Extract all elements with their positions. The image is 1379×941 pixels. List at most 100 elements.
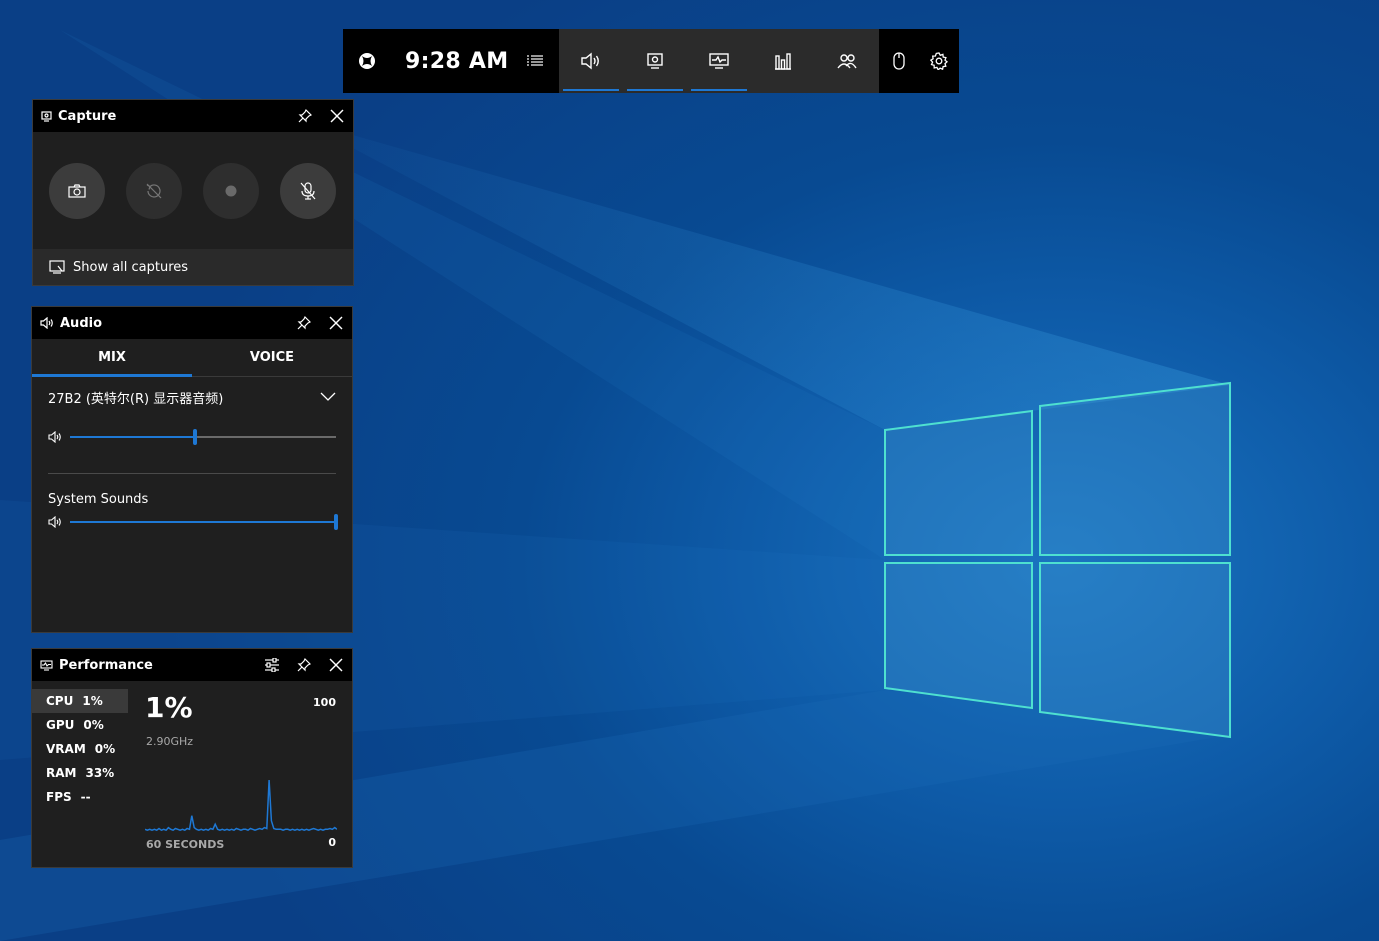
xbox-icon[interactable] (343, 29, 391, 93)
game-bar-settings (879, 29, 959, 93)
options-button[interactable] (256, 649, 288, 681)
close-icon (330, 109, 344, 123)
social-widget-button[interactable] (815, 29, 879, 93)
record-last-30s-button[interactable] (126, 162, 182, 219)
speaker-icon (48, 431, 61, 443)
audio-icon (581, 52, 599, 70)
social-icon (837, 54, 857, 69)
start-recording-button[interactable] (203, 162, 259, 219)
current-usage: 1% (145, 691, 193, 724)
metric-value: 0% (83, 718, 104, 732)
capture-header: Capture (33, 100, 353, 132)
performance-title: Performance (59, 657, 153, 673)
mouse-button[interactable] (879, 29, 919, 93)
audio-title: Audio (60, 315, 103, 331)
performance-icon (40, 659, 53, 671)
app-name-system-sounds: System Sounds (48, 492, 149, 507)
performance-body: CPU 1% GPU 0% VRAM 0% RAM 33% FPS -- 1% … (32, 681, 352, 866)
windows-logo (884, 381, 1231, 739)
system-sounds-volume-slider[interactable] (70, 514, 338, 530)
metric-gpu[interactable]: GPU 0% (32, 713, 128, 737)
capture-icon (647, 53, 663, 69)
settings-button[interactable] (919, 29, 959, 93)
performance-icon (709, 53, 729, 69)
pin-icon (297, 658, 311, 672)
pin-button[interactable] (289, 100, 321, 132)
resources-widget-button[interactable] (751, 29, 815, 93)
metric-value: -- (80, 790, 91, 804)
audio-tabs: MIX VOICE (32, 339, 352, 377)
metric-name: CPU (46, 694, 74, 708)
device-volume-slider[interactable] (70, 429, 336, 445)
capture-buttons (33, 132, 353, 249)
performance-header: Performance (32, 649, 352, 681)
system-sounds-volume-thumb[interactable] (334, 514, 338, 530)
metric-name: VRAM (46, 742, 86, 756)
close-button[interactable] (321, 100, 353, 132)
device-volume-thumb[interactable] (193, 429, 198, 445)
show-all-captures-label: Show all captures (73, 259, 189, 275)
capture-icon (41, 110, 52, 122)
graph-span-label: 60 SECONDS (146, 838, 225, 851)
speaker-icon (48, 516, 61, 528)
pin-icon (297, 316, 311, 330)
cpu-usage-graph (145, 779, 337, 831)
capture-widget-button[interactable] (623, 29, 687, 93)
gallery-icon (49, 260, 65, 274)
widget-toolbar (559, 29, 879, 93)
metric-name: GPU (46, 718, 75, 732)
metric-value: 0% (94, 742, 116, 756)
metric-fps[interactable]: FPS -- (32, 785, 128, 809)
system-sounds-volume-row (32, 507, 352, 537)
tab-mix[interactable]: MIX (32, 339, 192, 377)
close-icon (329, 316, 343, 330)
metric-ram[interactable]: RAM 33% (32, 761, 128, 785)
record-icon (225, 185, 237, 196)
output-device-name: 27B2 (英特尔(R) 显示器音频) (48, 391, 224, 407)
device-volume-fill (70, 436, 196, 438)
metric-cpu[interactable]: CPU 1% (32, 689, 128, 713)
speaker-icon (40, 317, 53, 329)
system-sounds-volume-fill (70, 521, 336, 523)
close-button[interactable] (320, 649, 352, 681)
audio-header: Audio (32, 307, 352, 339)
chevron-down-icon (320, 392, 336, 401)
close-button[interactable] (320, 307, 352, 339)
pin-icon (298, 109, 312, 123)
clock: 9:28 AM (405, 48, 509, 74)
mouse-icon (893, 52, 905, 70)
active-indicator (627, 89, 683, 91)
active-indicator (691, 89, 747, 91)
device-volume-row (32, 417, 352, 457)
menu-icon[interactable] (515, 29, 555, 93)
sliders-icon (265, 658, 279, 672)
metric-vram[interactable]: VRAM 0% (32, 737, 128, 761)
performance-widget-button[interactable] (687, 29, 751, 93)
capture-widget: Capture Show all captures (32, 99, 354, 286)
audio-widget-button[interactable] (559, 29, 623, 93)
metric-name: RAM (46, 766, 77, 780)
audio-widget: Audio MIX VOICE 27B2 (英特尔(R) 显示器音频) Syst… (31, 306, 353, 633)
capture-title: Capture (58, 108, 117, 124)
show-all-captures-link[interactable]: Show all captures (33, 249, 353, 285)
pin-button[interactable] (288, 649, 320, 681)
pin-button[interactable] (288, 307, 320, 339)
output-device-select[interactable]: 27B2 (英特尔(R) 显示器音频) (32, 377, 352, 417)
record-last-icon (146, 183, 162, 198)
close-icon (329, 658, 343, 672)
screenshot-button[interactable] (49, 162, 105, 219)
game-bar-home: 9:28 AM (343, 29, 559, 93)
camera-icon (68, 183, 86, 198)
performance-widget: Performance CPU 1% GPU 0% VRAM 0% RAM 33… (31, 648, 353, 868)
graph-min-label: 0 (328, 836, 336, 849)
metric-value: 1% (82, 694, 103, 708)
mic-off-icon (300, 181, 316, 200)
microphone-toggle-button[interactable] (280, 162, 336, 219)
tab-voice[interactable]: VOICE (192, 339, 352, 376)
metric-list: CPU 1% GPU 0% VRAM 0% RAM 33% FPS -- (32, 689, 128, 809)
active-indicator (563, 89, 619, 91)
graph-max-label: 100 (313, 696, 336, 709)
metric-name: FPS (46, 790, 72, 804)
game-bar: 9:28 AM (343, 29, 959, 93)
cpu-usage-line (145, 779, 337, 831)
